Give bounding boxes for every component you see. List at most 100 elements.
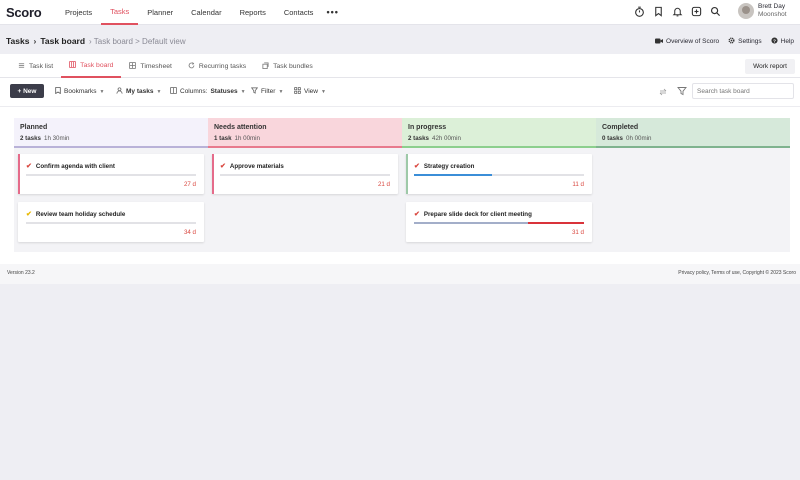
check-icon[interactable]: ✔ (26, 210, 32, 218)
tab-task-list-label: Task list (29, 62, 54, 70)
collapse-icon[interactable] (657, 86, 669, 98)
settings-label: Settings (738, 38, 762, 45)
board-icon (69, 60, 76, 70)
my-tasks-label: My tasks (126, 88, 154, 95)
column-summary: 0 tasks 0h 00min (602, 135, 784, 142)
help-link[interactable]: ? Help (771, 37, 794, 46)
nav-tasks[interactable]: Tasks (101, 0, 139, 25)
progress-fill (414, 174, 493, 176)
search-icon[interactable] (709, 5, 722, 18)
board-toolbar: + New Bookmarks ▼ My tasks ▼ Columns: St… (0, 78, 800, 106)
due-in: 11 d (572, 181, 584, 188)
view-tabs: Task list Task board Timesheet Recurring… (10, 54, 321, 78)
bookmark-icon[interactable] (652, 5, 665, 18)
card-status-bar (406, 154, 408, 194)
breadcrumb: Tasks › Task board › Task board > Defaul… (6, 36, 186, 46)
task-card[interactable]: ✔ Review team holiday schedule 34 d (18, 202, 204, 242)
nav-calendar[interactable]: Calendar (182, 0, 230, 25)
view-dropdown[interactable]: View ▼ (294, 87, 326, 96)
column-header: Planned 2 tasks 1h 30min (14, 118, 208, 148)
nav-reports[interactable]: Reports (231, 0, 275, 25)
nav-projects[interactable]: Projects (56, 0, 101, 25)
column-body: ✔ Strategy creation 11 d ✔ Prepare slide d… (402, 148, 596, 252)
timer-icon[interactable] (633, 5, 646, 18)
breadcrumb-separator: › (33, 36, 37, 46)
card-status-bar (18, 154, 20, 194)
view-label: View (304, 88, 318, 95)
breadcrumb-root[interactable]: Tasks (6, 36, 29, 46)
chevron-down-icon: ▼ (320, 88, 326, 95)
column-summary: 2 tasks 1h 30min (20, 135, 202, 142)
task-count: 2 tasks (408, 135, 429, 142)
nav-icons (633, 5, 722, 18)
bell-icon[interactable] (671, 5, 684, 18)
progress-track (414, 222, 584, 224)
tab-task-list[interactable]: Task list (10, 54, 61, 78)
task-count: 2 tasks (20, 135, 41, 142)
tab-task-board[interactable]: Task board (61, 54, 122, 78)
tab-timesheet-label: Timesheet (140, 62, 172, 70)
task-time: 42h 00min (432, 135, 461, 142)
column-summary: 1 task 1h 00min (214, 135, 396, 142)
add-icon[interactable] (690, 5, 703, 18)
settings-link[interactable]: Settings (728, 37, 762, 46)
tab-recurring-tasks[interactable]: Recurring tasks (180, 54, 254, 78)
overdue-fill (527, 222, 584, 224)
search-input[interactable] (692, 83, 794, 99)
filter-dropdown[interactable]: Filter ▼ (250, 87, 283, 96)
overview-link[interactable]: Overview of Scoro (655, 38, 719, 46)
scoro-logo[interactable]: Scoro (6, 5, 56, 20)
user-menu[interactable]: Brett Day Moonshot (738, 3, 787, 19)
nav-contacts[interactable]: Contacts (275, 0, 323, 25)
new-task-button[interactable]: + New (10, 84, 44, 98)
task-card[interactable]: ✔ Confirm agenda with client 27 d (18, 154, 204, 194)
due-in: 27 d (183, 181, 196, 188)
check-icon[interactable]: ✔ (26, 162, 32, 170)
column-title: In progress (408, 124, 447, 131)
work-report-button[interactable]: Work report (745, 59, 795, 74)
filter-label: Filter (261, 88, 276, 95)
tab-recurring-tasks-label: Recurring tasks (198, 62, 247, 70)
page-header: Tasks › Task board › Task board > Defaul… (0, 25, 800, 54)
check-icon[interactable]: ✔ (414, 162, 420, 170)
list-icon (18, 62, 25, 71)
my-tasks-dropdown[interactable]: My tasks ▼ (116, 87, 161, 96)
column-header: In progress 2 tasks 42h 00min (402, 118, 596, 148)
chevron-down-icon: ▼ (240, 88, 246, 95)
column-needs-attention: Needs attention 1 task 1h 00min ✔ Approve … (208, 118, 402, 252)
bookmarks-dropdown[interactable]: Bookmarks ▼ (55, 87, 104, 96)
avatar[interactable] (738, 3, 754, 19)
task-time: 0h 00min (626, 135, 652, 142)
bookmarks-label: Bookmarks (64, 88, 97, 95)
page-title: Task board (40, 36, 86, 46)
user-info: Brett Day Moonshot (758, 3, 787, 19)
refresh-icon (188, 61, 195, 71)
progress-fill (414, 222, 528, 224)
nav-planner[interactable]: Planner (138, 0, 182, 25)
bundle-icon (262, 61, 269, 71)
chevron-down-icon: ▼ (156, 88, 162, 95)
quick-filter-icon[interactable] (677, 86, 689, 98)
legal-links[interactable]: Privacy policy, Terms of use, Copyright … (678, 270, 796, 276)
task-count: 1 task (214, 135, 232, 142)
page-footer: Version 23.2 Privacy policy, Terms of us… (0, 264, 800, 284)
tab-task-bundles[interactable]: Task bundles (254, 54, 321, 78)
chevron-down-icon: ▼ (99, 88, 105, 95)
tab-timesheet[interactable]: Timesheet (121, 54, 179, 78)
overview-label: Overview of Scoro (666, 38, 720, 45)
task-title: Approve materials (229, 162, 284, 170)
check-icon[interactable]: ✔ (414, 210, 420, 218)
columns-dropdown[interactable]: Columns: Statuses ▼ (170, 87, 246, 96)
column-body (596, 148, 790, 252)
due-in: 34 d (183, 229, 196, 236)
gear-icon (728, 37, 735, 46)
more-menu-icon[interactable]: ••• (322, 0, 342, 25)
task-card[interactable]: ✔ Approve materials 21 d (212, 154, 398, 194)
check-icon[interactable]: ✔ (220, 162, 226, 170)
due-in: 31 d (571, 229, 584, 236)
task-card[interactable]: ✔ Prepare slide deck for client meeting 3… (406, 202, 592, 242)
version-text: Version 23.2 (7, 270, 35, 276)
task-card[interactable]: ✔ Strategy creation 11 d (406, 154, 592, 194)
progress-track (414, 174, 584, 176)
task-title: Prepare slide deck for client meeting (423, 210, 532, 218)
